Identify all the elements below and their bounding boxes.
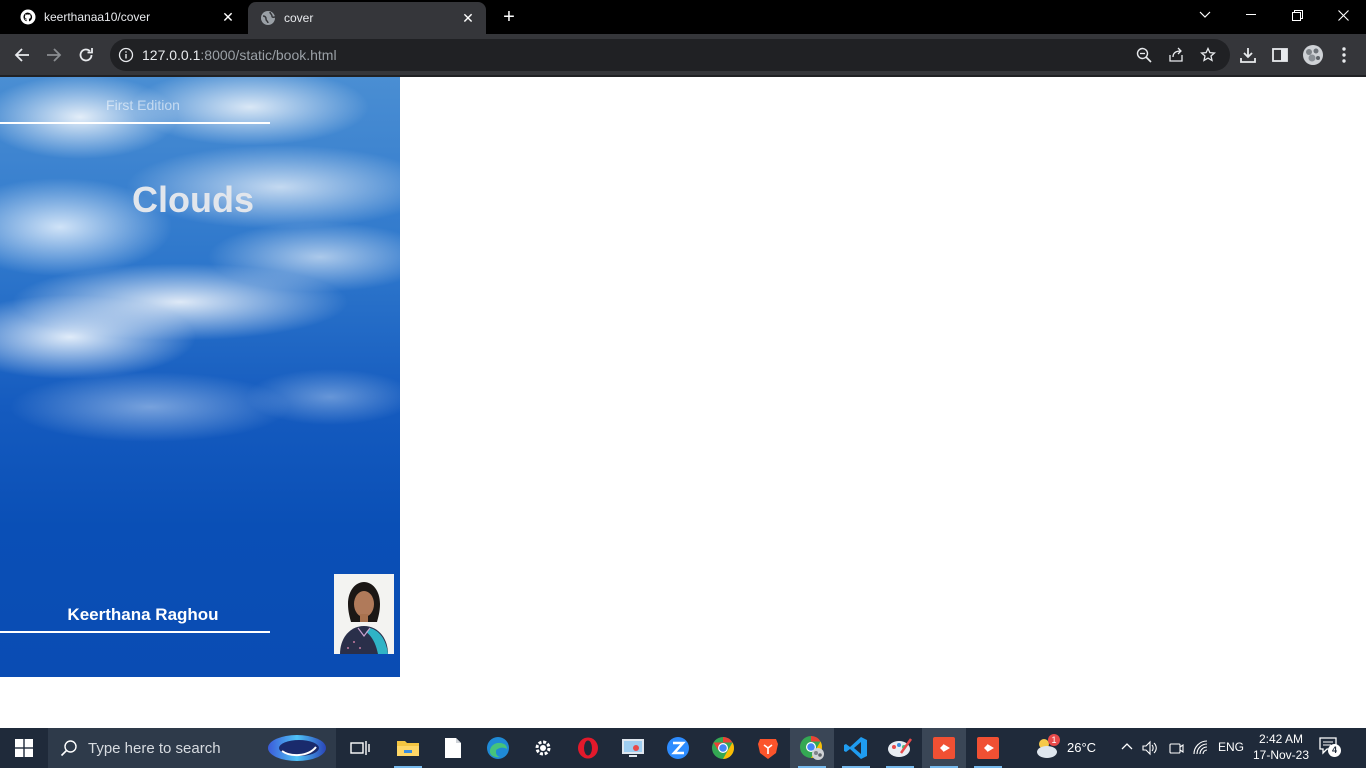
start-button[interactable] bbox=[0, 728, 48, 768]
opera-icon bbox=[578, 737, 598, 759]
vscode-icon bbox=[844, 737, 867, 759]
clock-time: 2:42 AM bbox=[1258, 732, 1304, 746]
clock[interactable]: 2:42 AM 17-Nov-23 bbox=[1250, 731, 1312, 763]
vscode-app[interactable] bbox=[834, 728, 878, 768]
brave-app[interactable] bbox=[746, 728, 790, 768]
bing-chat-icon[interactable] bbox=[266, 733, 328, 763]
edition-underline bbox=[0, 122, 270, 124]
book-title: Clouds bbox=[132, 179, 254, 220]
weather-badge: 1 bbox=[1048, 734, 1060, 746]
author-photo bbox=[334, 574, 394, 654]
wifi-icon[interactable] bbox=[1193, 740, 1209, 756]
weather-widget[interactable]: 1 26°C bbox=[1030, 728, 1100, 768]
tab-strip: keerthanaa10/cover ✕ cover ✕ + bbox=[0, 0, 1366, 34]
settings-app[interactable] bbox=[521, 728, 565, 768]
chrome-profile-app[interactable] bbox=[790, 728, 834, 768]
taskbar-search[interactable]: Type here to search bbox=[48, 728, 336, 768]
git-app-2[interactable] bbox=[966, 728, 1010, 768]
tab-cover[interactable]: cover ✕ bbox=[248, 2, 486, 34]
notification-count: 4 bbox=[1328, 744, 1341, 757]
folder-icon bbox=[397, 741, 419, 756]
monitor-icon bbox=[622, 739, 644, 757]
author-name: Keerthana Raghou bbox=[67, 605, 219, 624]
remote-desktop-app[interactable] bbox=[611, 728, 655, 768]
tab-title: cover bbox=[284, 11, 314, 25]
windows-taskbar: Type here to search 1 26°C ENG 2:42 AM 1… bbox=[0, 728, 1366, 768]
reload-icon bbox=[79, 48, 93, 62]
zoom-icon[interactable] bbox=[1136, 47, 1152, 63]
paint-app[interactable] bbox=[878, 728, 922, 768]
chrome-app[interactable] bbox=[701, 728, 745, 768]
chevron-up-icon[interactable] bbox=[1121, 741, 1133, 753]
edge-app[interactable] bbox=[476, 728, 520, 768]
share-icon[interactable] bbox=[1168, 47, 1184, 63]
bookmark-star-icon[interactable] bbox=[1200, 47, 1216, 63]
clock-date: 17-Nov-23 bbox=[1252, 748, 1310, 762]
weather-temp: 26°C bbox=[1067, 740, 1097, 755]
tab-search-icon[interactable] bbox=[1182, 0, 1228, 30]
git-icon bbox=[977, 737, 999, 759]
author-underline bbox=[0, 631, 270, 633]
document-icon bbox=[445, 738, 461, 758]
url-text: 127.0.0.1:8000/static/book.html bbox=[142, 47, 337, 63]
notification-center-button[interactable]: 4 bbox=[1318, 736, 1344, 760]
forward-arrow-icon bbox=[47, 48, 62, 62]
back-button[interactable] bbox=[9, 42, 35, 68]
browser-toolbar: 127.0.0.1:8000/static/book.html bbox=[0, 34, 1366, 76]
meet-now-icon[interactable] bbox=[1168, 740, 1184, 756]
git-app-1[interactable] bbox=[922, 728, 966, 768]
close-tab-icon[interactable]: ✕ bbox=[220, 9, 236, 25]
book-cover: First Edition Clouds Keerthana Raghou bbox=[0, 77, 400, 677]
more-menu-icon[interactable] bbox=[1336, 46, 1352, 64]
forward-button[interactable] bbox=[41, 42, 67, 68]
chrome-icon bbox=[712, 737, 734, 759]
edge-icon bbox=[487, 737, 509, 759]
address-bar[interactable]: 127.0.0.1:8000/static/book.html bbox=[110, 39, 1230, 71]
opera-app[interactable] bbox=[566, 728, 610, 768]
globe-icon bbox=[260, 10, 276, 26]
chrome-profile-icon bbox=[800, 736, 824, 760]
brave-lion-icon bbox=[758, 739, 778, 759]
zoom-z-icon bbox=[667, 737, 689, 759]
reload-button[interactable] bbox=[73, 42, 99, 68]
edition-label: First Edition bbox=[106, 97, 180, 113]
github-icon bbox=[20, 9, 36, 25]
url-host: 127.0.0.1 bbox=[142, 47, 201, 63]
file-explorer-app[interactable] bbox=[386, 728, 430, 768]
restore-button[interactable] bbox=[1274, 0, 1320, 30]
git-icon bbox=[933, 737, 955, 759]
url-path: :8000/static/book.html bbox=[200, 47, 337, 63]
close-window-button[interactable] bbox=[1320, 0, 1366, 30]
language-indicator[interactable]: ENG bbox=[1218, 740, 1244, 754]
minimize-button[interactable] bbox=[1228, 0, 1274, 30]
gear-icon bbox=[535, 740, 551, 756]
new-tab-button[interactable]: + bbox=[498, 6, 520, 28]
task-view-icon bbox=[350, 741, 370, 755]
search-icon bbox=[60, 740, 77, 757]
notepad-app[interactable] bbox=[431, 728, 475, 768]
back-arrow-icon bbox=[14, 48, 29, 62]
profile-avatar-icon[interactable] bbox=[1302, 44, 1324, 66]
task-view-button[interactable] bbox=[338, 728, 382, 768]
zoom-app[interactable] bbox=[656, 728, 700, 768]
tab-title: keerthanaa10/cover bbox=[44, 10, 151, 24]
download-icon[interactable] bbox=[1239, 46, 1257, 64]
tab-github-cover[interactable]: keerthanaa10/cover ✕ bbox=[8, 0, 246, 34]
close-tab-icon[interactable]: ✕ bbox=[460, 10, 476, 26]
palette-icon bbox=[888, 738, 913, 757]
volume-icon[interactable] bbox=[1142, 740, 1158, 756]
windows-logo-icon bbox=[15, 739, 33, 757]
side-panel-icon[interactable] bbox=[1271, 46, 1289, 64]
site-info-icon[interactable] bbox=[118, 47, 134, 63]
search-placeholder: Type here to search bbox=[88, 740, 221, 757]
